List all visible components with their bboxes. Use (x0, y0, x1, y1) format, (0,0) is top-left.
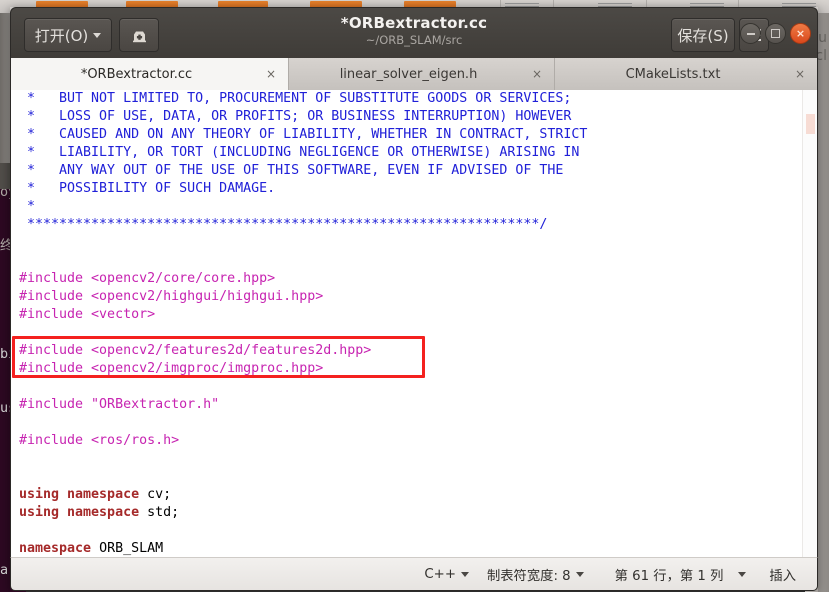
tab-width-selector[interactable]: 制表符宽度: 8 (478, 565, 593, 584)
code-token: using namespace (19, 487, 140, 502)
code-line: using namespace std; (19, 504, 587, 522)
code-token: using namespace (19, 505, 140, 520)
code-line: * BUT NOT LIMITED TO, PROCUREMENT OF SUB… (19, 90, 587, 108)
code-line: * (19, 198, 587, 216)
maximize-icon (771, 29, 780, 38)
language-selector[interactable]: C++ (415, 567, 478, 582)
save-as-button[interactable] (119, 18, 159, 52)
code-line: namespace ORB_SLAM (19, 540, 587, 557)
code-token: #include "ORBextractor.h" (19, 397, 220, 412)
code-line: * LOSS OF USE, DATA, OR PROFITS; OR BUSI… (19, 108, 587, 126)
tab-label: linear_solver_eigen.h (339, 66, 478, 82)
code-token: ****************************************… (19, 217, 548, 232)
code-line: * LIABILITY, OR TORT (INCLUDING NEGLIGEN… (19, 144, 587, 162)
gedit-window: 打开(O) *ORBextractor.cc ~/ORB_SLAM/src 保存… (10, 7, 818, 592)
editor-area[interactable]: * BUT NOT LIMITED TO, PROCUREMENT OF SUB… (10, 90, 818, 557)
tab-linear-solver-eigen-h[interactable]: linear_solver_eigen.h × (289, 58, 555, 90)
source-code[interactable]: * BUT NOT LIMITED TO, PROCUREMENT OF SUB… (19, 90, 587, 557)
code-token: #include <opencv2/core/core.hpp> (19, 271, 276, 286)
code-token: * LOSS OF USE, DATA, OR PROFITS; OR BUSI… (19, 109, 572, 124)
scrollbar-thumb[interactable] (806, 114, 815, 134)
code-token: * ANY WAY OUT OF THE USE OF THIS SOFTWAR… (19, 163, 564, 178)
minimize-icon (746, 32, 755, 35)
red-highlight-box (12, 336, 425, 378)
code-line: using namespace cv; (19, 486, 587, 504)
code-line: * POSSIBILITY OF SUCH DAMAGE. (19, 180, 587, 198)
title-bar: 打开(O) *ORBextractor.cc ~/ORB_SLAM/src 保存… (10, 7, 818, 58)
code-token: * LIABILITY, OR TORT (INCLUDING NEGLIGEN… (19, 145, 580, 160)
code-token: namespace (19, 541, 92, 556)
code-line: #include <vector> (19, 306, 587, 324)
maximize-button[interactable] (765, 23, 786, 44)
code-token: std; (139, 505, 180, 520)
minimize-button[interactable] (740, 23, 761, 44)
code-line: #include "ORBextractor.h" (19, 396, 587, 414)
chevron-down-icon (575, 571, 584, 577)
code-line: #include <opencv2/core/core.hpp> (19, 270, 587, 288)
tab-bar: *ORBextractor.cc × linear_solver_eigen.h… (10, 58, 818, 90)
tab-cmakelists-txt[interactable]: CMakeLists.txt × (555, 58, 817, 90)
code-line: #include <opencv2/highgui/highgui.hpp> (19, 288, 587, 306)
insert-mode-indicator[interactable]: 插入 (755, 565, 805, 584)
chevron-down-icon (93, 32, 102, 38)
code-token: cv; (139, 487, 172, 502)
save-button[interactable]: 保存(S) (671, 18, 735, 52)
window-controls: × (740, 23, 811, 44)
code-line: * CAUSED AND ON ANY THEORY OF LIABILITY,… (19, 126, 587, 144)
code-token: ORB_SLAM (91, 541, 164, 556)
code-token: #include <ros/ros.h> (19, 433, 180, 448)
tab-label: *ORBextractor.cc (80, 66, 193, 82)
save-button-label: 保存(S) (677, 26, 729, 45)
tab-label: CMakeLists.txt (625, 66, 721, 82)
chevron-down-icon (738, 571, 747, 577)
tab-close-icon[interactable]: × (266, 67, 276, 81)
open-button[interactable]: 打开(O) (24, 18, 112, 52)
code-token: * (19, 199, 36, 214)
code-line: #include <ros/ros.h> (19, 432, 587, 450)
close-icon: × (795, 27, 806, 40)
code-token: #include <vector> (19, 307, 156, 322)
code-line: ****************************************… (19, 216, 587, 234)
code-token: * BUT NOT LIMITED TO, PROCUREMENT OF SUB… (19, 91, 572, 106)
code-token: * POSSIBILITY OF SUCH DAMAGE. (19, 181, 276, 196)
language-label: C++ (424, 566, 456, 582)
open-button-label: 打开(O) (34, 26, 89, 45)
save-as-icon (132, 31, 146, 42)
tab-orbextractor-cc[interactable]: *ORBextractor.cc × (11, 58, 289, 90)
status-bar: C++ 制表符宽度: 8 第 61 行，第 1 列 插入 (10, 557, 818, 591)
tab-close-icon[interactable]: × (532, 67, 542, 81)
tab-width-label: 制表符宽度: 8 (486, 568, 571, 584)
code-token: #include <opencv2/highgui/highgui.hpp> (19, 289, 324, 304)
cursor-position-label: 第 61 行，第 1 列 (614, 568, 724, 584)
code-line: * ANY WAY OUT OF THE USE OF THIS SOFTWAR… (19, 162, 587, 180)
chevron-down-icon (460, 571, 469, 577)
code-token: * CAUSED AND ON ANY THEORY OF LIABILITY,… (19, 127, 588, 142)
cursor-position-selector[interactable]: 第 61 行，第 1 列 (593, 565, 756, 584)
tab-close-icon[interactable]: × (795, 67, 805, 81)
close-button[interactable]: × (790, 23, 811, 44)
insert-mode-label: 插入 (769, 568, 796, 584)
screen: oy 终 建 bi us a i s / s / tt ge _P e nc c… (0, 0, 829, 592)
editor-scrollbar[interactable] (802, 90, 817, 557)
